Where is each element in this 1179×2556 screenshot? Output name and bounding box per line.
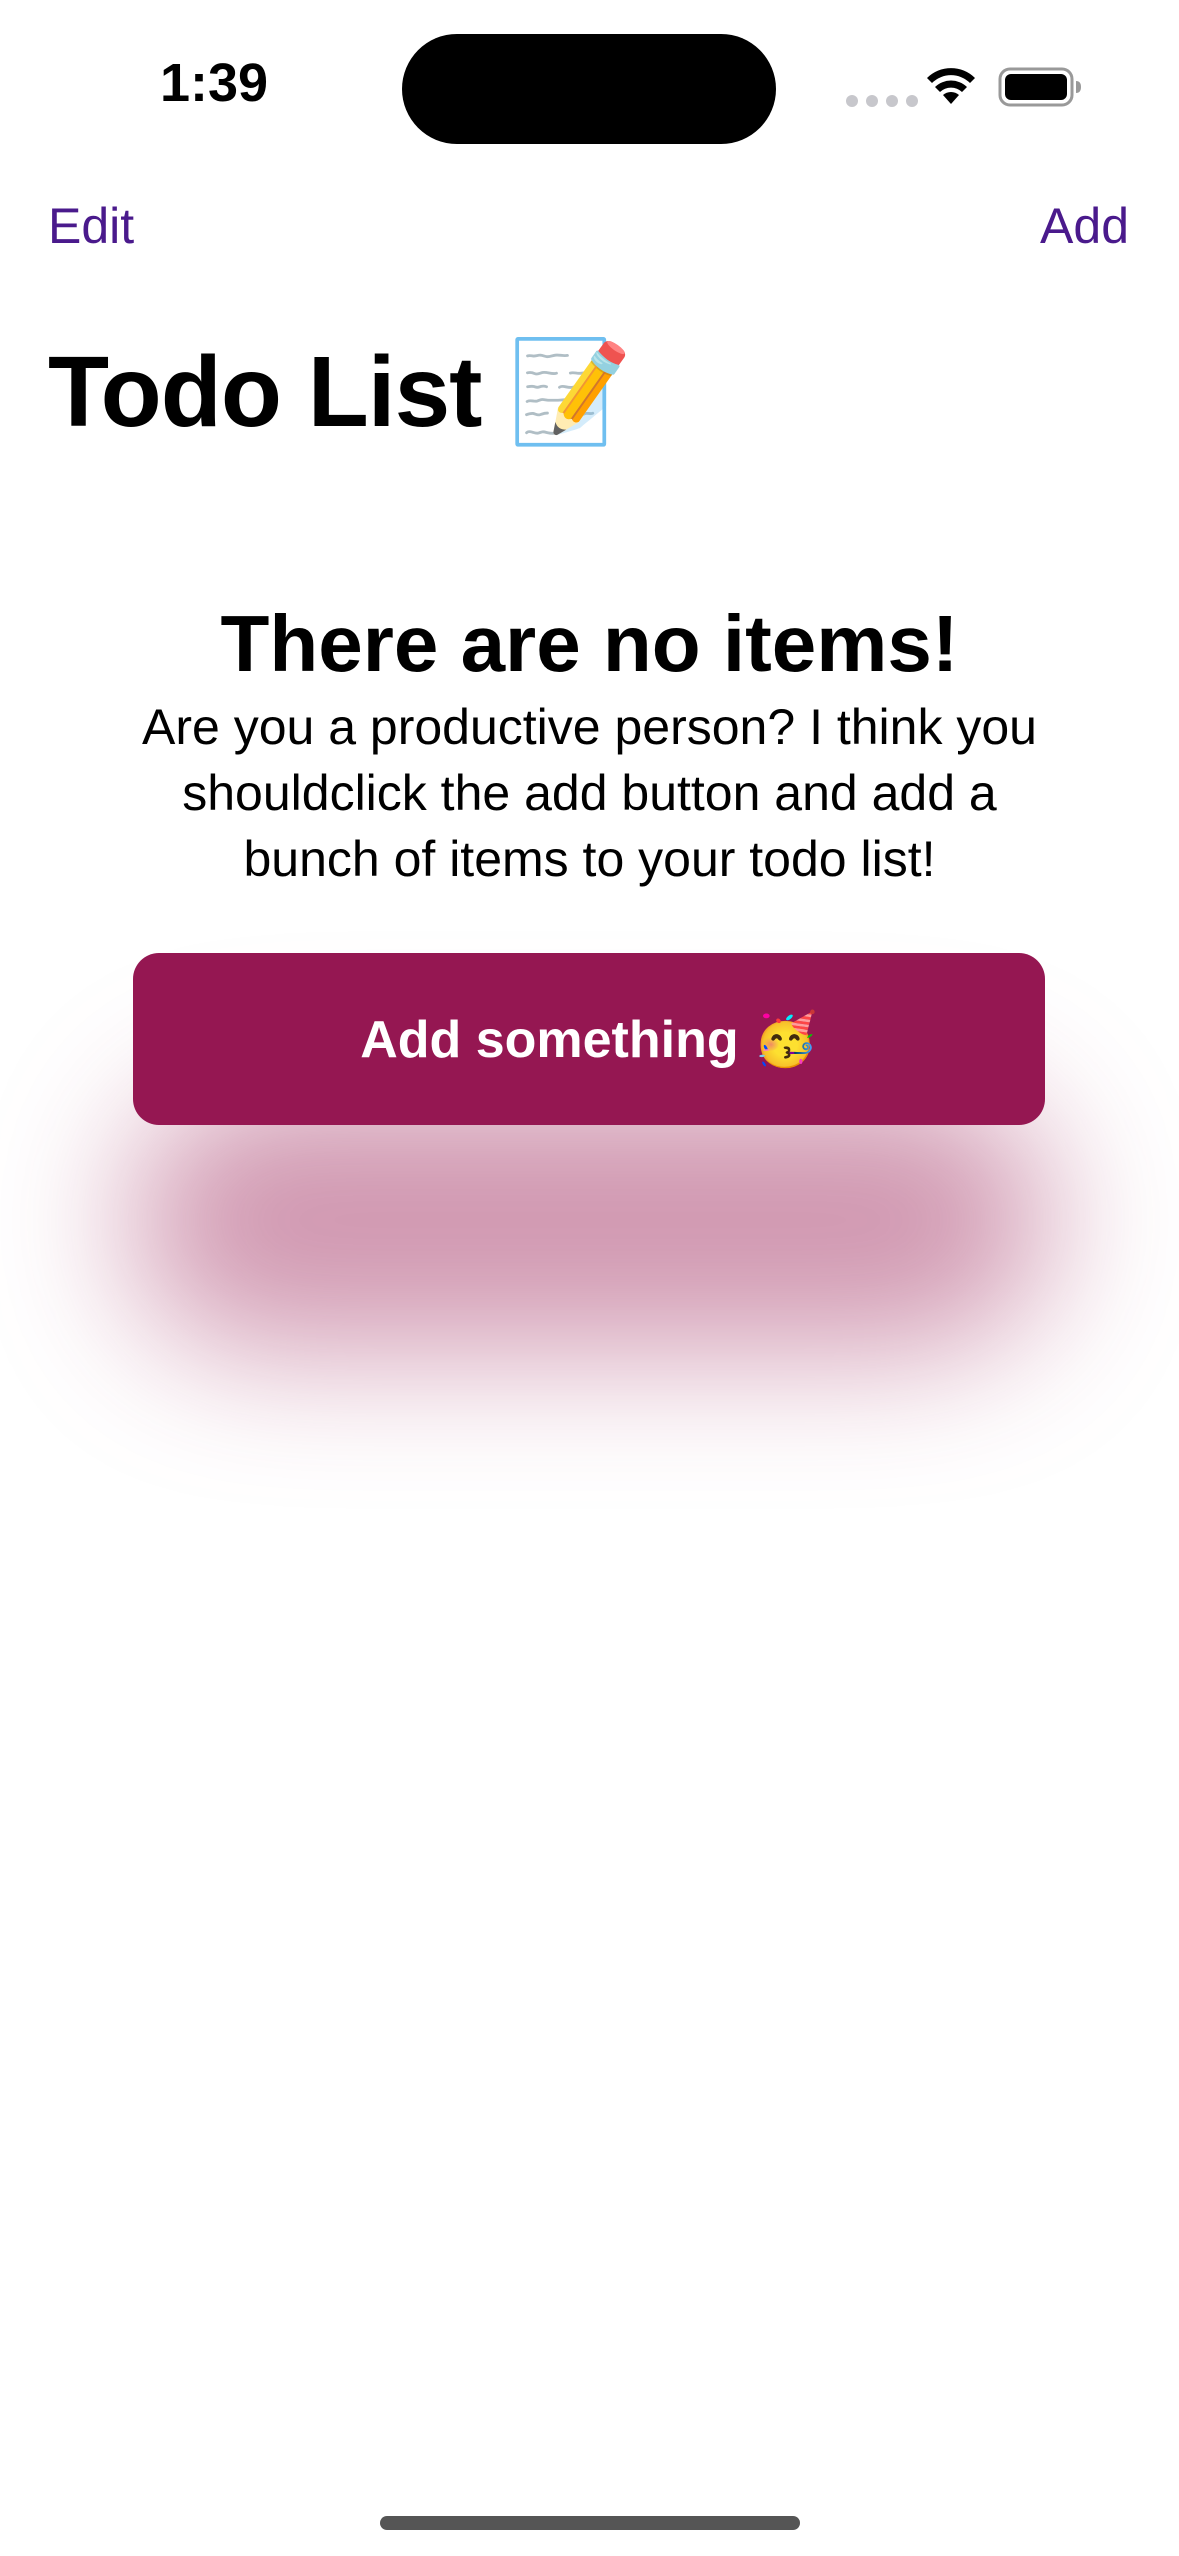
edit-button[interactable]: Edit <box>48 196 134 256</box>
page-title: Todo List 📝 <box>48 336 633 448</box>
add-button[interactable]: Add <box>1040 196 1129 256</box>
add-something-button[interactable]: Add something 🥳 <box>133 953 1045 1125</box>
battery-icon <box>998 67 1081 107</box>
wifi-icon <box>927 68 975 104</box>
empty-state-message: Are you a productive person? I think you… <box>142 699 1037 887</box>
button-glow <box>130 1090 1050 1350</box>
empty-state-title: There are no items! <box>220 599 959 688</box>
status-time: 1:39 <box>160 53 269 113</box>
home-indicator[interactable] <box>380 2516 800 2530</box>
dynamic-island <box>402 34 776 144</box>
cellular-signal-icon <box>846 95 918 107</box>
